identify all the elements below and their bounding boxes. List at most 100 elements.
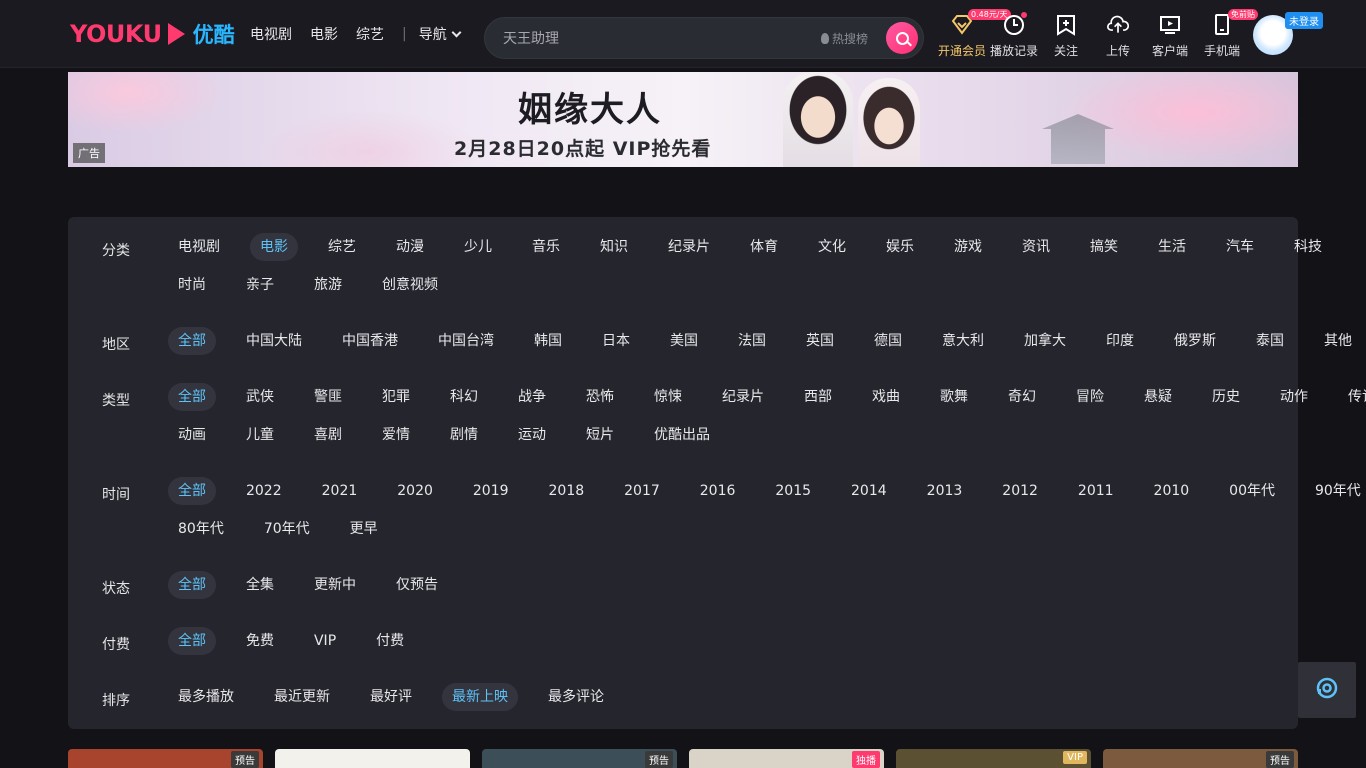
filter-option[interactable]: 奇幻 bbox=[998, 383, 1046, 411]
filter-option[interactable]: 科技 bbox=[1284, 233, 1332, 261]
filter-option[interactable]: 全部 bbox=[168, 477, 216, 505]
filter-option[interactable]: 体育 bbox=[740, 233, 788, 261]
filter-option[interactable]: 法国 bbox=[728, 327, 776, 355]
filter-option[interactable]: 汽车 bbox=[1216, 233, 1264, 261]
filter-option[interactable]: 2017 bbox=[614, 477, 670, 505]
filter-option[interactable]: 2011 bbox=[1068, 477, 1124, 505]
filter-option[interactable]: 更早 bbox=[340, 515, 388, 543]
filter-option[interactable]: 优酷出品 bbox=[644, 421, 720, 449]
filter-option[interactable]: 美国 bbox=[660, 327, 708, 355]
search-button[interactable] bbox=[886, 22, 918, 54]
filter-option[interactable]: 全部 bbox=[168, 571, 216, 599]
filter-option[interactable]: 全部 bbox=[168, 327, 216, 355]
filter-option[interactable]: 知识 bbox=[590, 233, 638, 261]
nav-variety[interactable]: 综艺 bbox=[356, 24, 384, 44]
video-card[interactable]: 预告 bbox=[1103, 749, 1298, 768]
filter-option[interactable]: 2020 bbox=[387, 477, 443, 505]
filter-option[interactable]: 西部 bbox=[794, 383, 842, 411]
filter-option[interactable]: 2018 bbox=[539, 477, 595, 505]
filter-option[interactable]: 2013 bbox=[917, 477, 973, 505]
filter-option[interactable]: 70年代 bbox=[254, 515, 320, 543]
video-card[interactable] bbox=[275, 749, 470, 768]
filter-option[interactable]: 游戏 bbox=[944, 233, 992, 261]
filter-option[interactable]: 全部 bbox=[168, 627, 216, 655]
filter-option[interactable]: 最好评 bbox=[360, 683, 422, 711]
filter-option[interactable]: 历史 bbox=[1202, 383, 1250, 411]
filter-option[interactable]: 德国 bbox=[864, 327, 912, 355]
filter-option[interactable]: 2021 bbox=[312, 477, 368, 505]
filter-option[interactable]: 更新中 bbox=[304, 571, 366, 599]
filter-option[interactable]: 武侠 bbox=[236, 383, 284, 411]
filter-option[interactable]: 综艺 bbox=[318, 233, 366, 261]
video-card[interactable]: 独播 bbox=[689, 749, 884, 768]
filter-option[interactable]: 娱乐 bbox=[876, 233, 924, 261]
filter-option[interactable]: 中国台湾 bbox=[428, 327, 504, 355]
customer-service-button[interactable] bbox=[1298, 662, 1356, 718]
filter-option[interactable]: 2014 bbox=[841, 477, 897, 505]
filter-option[interactable]: 全集 bbox=[236, 571, 284, 599]
filter-option[interactable]: 电视剧 bbox=[168, 233, 230, 261]
tool-upload[interactable]: 上传 bbox=[1092, 10, 1144, 60]
filter-option[interactable]: 日本 bbox=[592, 327, 640, 355]
tool-vip[interactable]: 0.48元/天 开通会员 bbox=[936, 9, 1011, 60]
filter-option[interactable]: 2019 bbox=[463, 477, 519, 505]
filter-option[interactable]: 传记 bbox=[1338, 383, 1366, 411]
filter-option[interactable]: 90年代 bbox=[1305, 477, 1366, 505]
nav-tv[interactable]: 电视剧 bbox=[250, 24, 292, 44]
filter-option[interactable]: 俄罗斯 bbox=[1164, 327, 1226, 355]
filter-option[interactable]: 00年代 bbox=[1219, 477, 1285, 505]
filter-option[interactable]: 时尚 bbox=[168, 271, 216, 299]
filter-option[interactable]: 中国香港 bbox=[332, 327, 408, 355]
youku-logo[interactable]: YOUKU 优酷 bbox=[70, 20, 235, 48]
filter-option[interactable]: 2015 bbox=[765, 477, 821, 505]
filter-option[interactable]: 剧情 bbox=[440, 421, 488, 449]
filter-option[interactable]: 动漫 bbox=[386, 233, 434, 261]
filter-option[interactable]: 2010 bbox=[1144, 477, 1200, 505]
filter-option[interactable]: 犯罪 bbox=[372, 383, 420, 411]
video-card[interactable]: VIP bbox=[896, 749, 1091, 768]
filter-option[interactable]: 儿童 bbox=[236, 421, 284, 449]
filter-option[interactable]: 资讯 bbox=[1012, 233, 1060, 261]
filter-option[interactable]: 其他 bbox=[1314, 327, 1362, 355]
video-card[interactable]: 预告 bbox=[482, 749, 677, 768]
filter-option[interactable]: 意大利 bbox=[932, 327, 994, 355]
filter-option[interactable]: 少儿 bbox=[454, 233, 502, 261]
filter-option[interactable]: VIP bbox=[304, 627, 346, 655]
filter-option[interactable]: 最多播放 bbox=[168, 683, 244, 711]
video-card[interactable]: 预告 bbox=[68, 749, 263, 768]
filter-option[interactable]: 加拿大 bbox=[1014, 327, 1076, 355]
filter-option[interactable]: 动画 bbox=[168, 421, 216, 449]
filter-option[interactable]: 警匪 bbox=[304, 383, 352, 411]
filter-option[interactable]: 最新上映 bbox=[441, 683, 518, 711]
filter-option[interactable]: 运动 bbox=[508, 421, 556, 449]
filter-option[interactable]: 生活 bbox=[1148, 233, 1196, 261]
filter-option[interactable]: 纪录片 bbox=[658, 233, 720, 261]
filter-option[interactable]: 2016 bbox=[690, 477, 746, 505]
tool-mobile[interactable]: 免前贴 手机端 bbox=[1196, 9, 1258, 60]
filter-option[interactable]: 泰国 bbox=[1246, 327, 1294, 355]
filter-option[interactable]: 英国 bbox=[796, 327, 844, 355]
filter-option[interactable]: 付费 bbox=[366, 627, 414, 655]
filter-option[interactable]: 韩国 bbox=[524, 327, 572, 355]
filter-option[interactable]: 免费 bbox=[236, 627, 284, 655]
filter-option[interactable]: 短片 bbox=[576, 421, 624, 449]
filter-option[interactable]: 歌舞 bbox=[930, 383, 978, 411]
filter-option[interactable]: 悬疑 bbox=[1134, 383, 1182, 411]
filter-option[interactable]: 科幻 bbox=[440, 383, 488, 411]
filter-option[interactable]: 2022 bbox=[236, 477, 292, 505]
filter-option[interactable]: 亲子 bbox=[236, 271, 284, 299]
tool-history[interactable]: 播放记录 bbox=[988, 10, 1040, 60]
filter-option[interactable]: 音乐 bbox=[522, 233, 570, 261]
filter-option[interactable]: 2012 bbox=[992, 477, 1048, 505]
filter-option[interactable]: 创意视频 bbox=[372, 271, 448, 299]
filter-option[interactable]: 动作 bbox=[1270, 383, 1318, 411]
nav-more[interactable]: 导航 bbox=[419, 24, 462, 44]
tool-follow[interactable]: 关注 bbox=[1040, 10, 1092, 60]
filter-option[interactable]: 文化 bbox=[808, 233, 856, 261]
filter-option[interactable]: 80年代 bbox=[168, 515, 234, 543]
filter-option[interactable]: 恐怖 bbox=[576, 383, 624, 411]
filter-option[interactable]: 冒险 bbox=[1066, 383, 1114, 411]
filter-option[interactable]: 戏曲 bbox=[862, 383, 910, 411]
filter-option[interactable]: 喜剧 bbox=[304, 421, 352, 449]
filter-option[interactable]: 惊悚 bbox=[644, 383, 692, 411]
